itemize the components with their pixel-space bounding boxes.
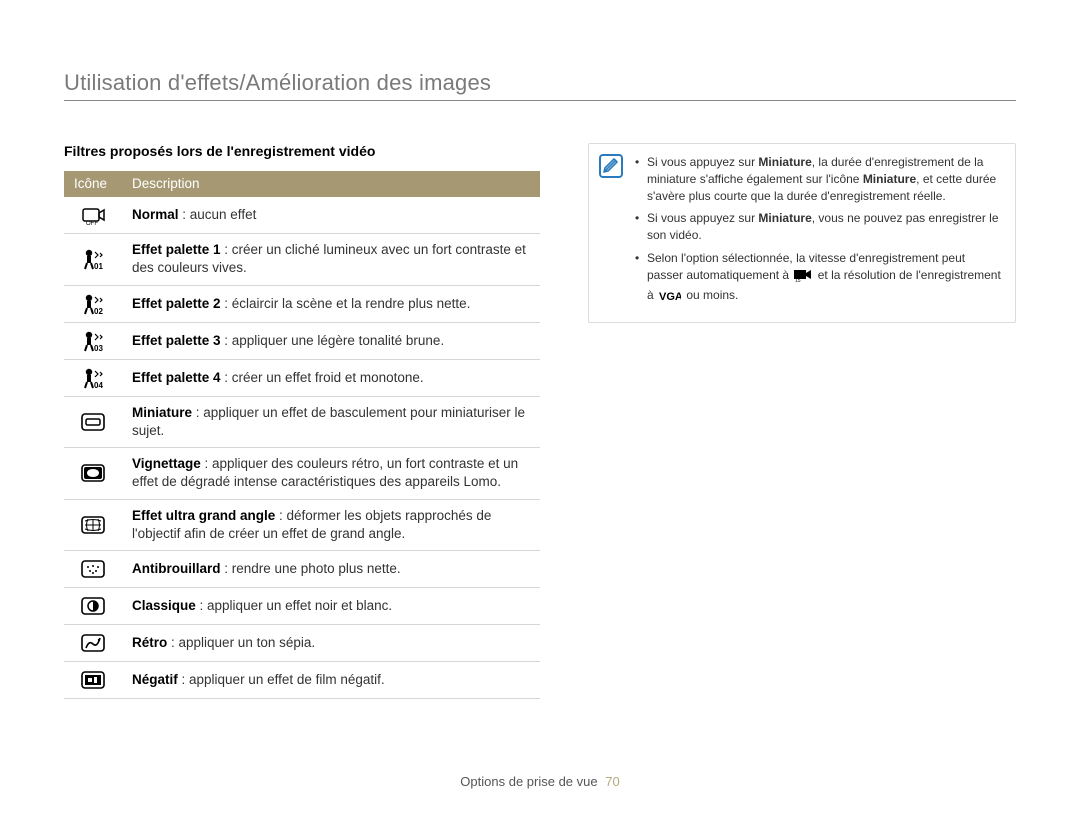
filter-description: Classique : appliquer un effet noir et b… (122, 587, 540, 624)
note-text: ou moins. (683, 288, 738, 302)
filter-name: Rétro (132, 635, 167, 650)
table-row: 04 Effet palette 4 : créer un effet froid… (64, 359, 540, 396)
table-row: Classique : appliquer un effet noir et b… (64, 587, 540, 624)
filter-name: Antibrouillard (132, 561, 221, 576)
filter-description: Effet palette 1 : créer un cliché lumine… (122, 234, 540, 285)
svg-text:OFF: OFF (86, 221, 98, 226)
note-bold: Miniature (758, 211, 811, 225)
table-row: 02 Effet palette 2 : éclaircir la scène e… (64, 285, 540, 322)
footer-page-number: 70 (605, 774, 619, 789)
table-row: OFF Normal : aucun effet (64, 197, 540, 234)
svg-text:VGA: VGA (659, 291, 681, 302)
table-row: Rétro : appliquer un ton sépia. (64, 624, 540, 661)
page-footer: Options de prise de vue 70 (0, 774, 1080, 789)
filter-body: : appliquer un ton sépia. (167, 635, 315, 650)
filter-body: : éclaircir la scène et la rendre plus n… (221, 296, 471, 311)
title-rule (64, 100, 1016, 101)
filter-description: Vignettage : appliquer des couleurs rétr… (122, 448, 540, 499)
pal3-icon: 03 (64, 322, 122, 359)
note-item: Si vous appuyez sur Miniature, vous ne p… (635, 210, 1001, 244)
filter-description: Miniature : appliquer un effet de bascul… (122, 396, 540, 447)
table-row: Antibrouillard : rendre une photo plus n… (64, 550, 540, 587)
vga-icon: VGA (659, 290, 681, 307)
svg-text:02: 02 (94, 307, 103, 315)
table-row: Négatif : appliquer un effet de film nég… (64, 661, 540, 698)
note-bold: Miniature (863, 172, 916, 186)
pal4-icon: 04 (64, 359, 122, 396)
filter-description: Effet ultra grand angle : déformer les o… (122, 499, 540, 550)
pal1-icon: 01 (64, 234, 122, 285)
filter-description: Négatif : appliquer un effet de film nég… (122, 661, 540, 698)
table-row: Miniature : appliquer un effet de bascul… (64, 396, 540, 447)
note-item: Selon l'option sélectionnée, la vitesse … (635, 250, 1001, 306)
negative-icon (64, 661, 122, 698)
svg-text:04: 04 (94, 381, 103, 389)
note-box: Si vous appuyez sur Miniature, la durée … (588, 143, 1016, 323)
normal-icon: OFF (64, 197, 122, 234)
table-row: 03 Effet palette 3 : appliquer une légère… (64, 322, 540, 359)
filter-body: : rendre une photo plus nette. (221, 561, 401, 576)
table-row: Vignettage : appliquer des couleurs rétr… (64, 448, 540, 499)
miniature-icon (64, 396, 122, 447)
note-icon (599, 154, 623, 178)
footer-label: Options de prise de vue (460, 774, 597, 789)
filter-body: : appliquer un effet de film négatif. (178, 672, 385, 687)
filter-name: Négatif (132, 672, 178, 687)
col-header-desc: Description (122, 171, 540, 197)
filter-body: : créer un effet froid et monotone. (221, 370, 424, 385)
filter-name: Vignettage (132, 456, 201, 471)
filter-description: Rétro : appliquer un ton sépia. (122, 624, 540, 661)
col-header-icon: Icône (64, 171, 122, 197)
retro-icon (64, 624, 122, 661)
note-item: Si vous appuyez sur Miniature, la durée … (635, 154, 1001, 204)
filter-description: Effet palette 4 : créer un effet froid e… (122, 359, 540, 396)
svg-text:15: 15 (795, 278, 801, 282)
svg-text:01: 01 (94, 262, 103, 270)
filter-name: Effet palette 4 (132, 370, 221, 385)
filter-name: Effet palette 3 (132, 333, 221, 348)
filter-name: Effet palette 1 (132, 242, 221, 257)
fps-icon: 15 (794, 270, 812, 287)
classic-icon (64, 587, 122, 624)
note-bold: Miniature (758, 155, 811, 169)
filter-description: Normal : aucun effet (122, 197, 540, 234)
filter-name: Effet palette 2 (132, 296, 221, 311)
table-row: 01 Effet palette 1 : créer un cliché lumi… (64, 234, 540, 285)
filter-name: Classique (132, 598, 196, 613)
filter-description: Antibrouillard : rendre une photo plus n… (122, 550, 540, 587)
section-heading: Filtres proposés lors de l'enregistremen… (64, 143, 540, 159)
filter-name: Miniature (132, 405, 192, 420)
defog-icon (64, 550, 122, 587)
filter-name: Effet ultra grand angle (132, 508, 275, 523)
filter-body: : aucun effet (179, 207, 257, 222)
page-title: Utilisation d'effets/Amélioration des im… (64, 70, 1016, 96)
filter-name: Normal (132, 207, 179, 222)
note-text: Si vous appuyez sur (647, 211, 758, 225)
svg-text:03: 03 (94, 344, 103, 352)
filter-description: Effet palette 2 : éclaircir la scène et … (122, 285, 540, 322)
fisheye-icon (64, 499, 122, 550)
note-text: Si vous appuyez sur (647, 155, 758, 169)
filter-body: : appliquer une légère tonalité brune. (221, 333, 445, 348)
vignette-icon (64, 448, 122, 499)
table-row: Effet ultra grand angle : déformer les o… (64, 499, 540, 550)
filter-description: Effet palette 3 : appliquer une légère t… (122, 322, 540, 359)
filters-table: Icône Description OFF Normal : aucun effe… (64, 171, 540, 699)
pal2-icon: 02 (64, 285, 122, 322)
filter-body: : appliquer un effet noir et blanc. (196, 598, 392, 613)
